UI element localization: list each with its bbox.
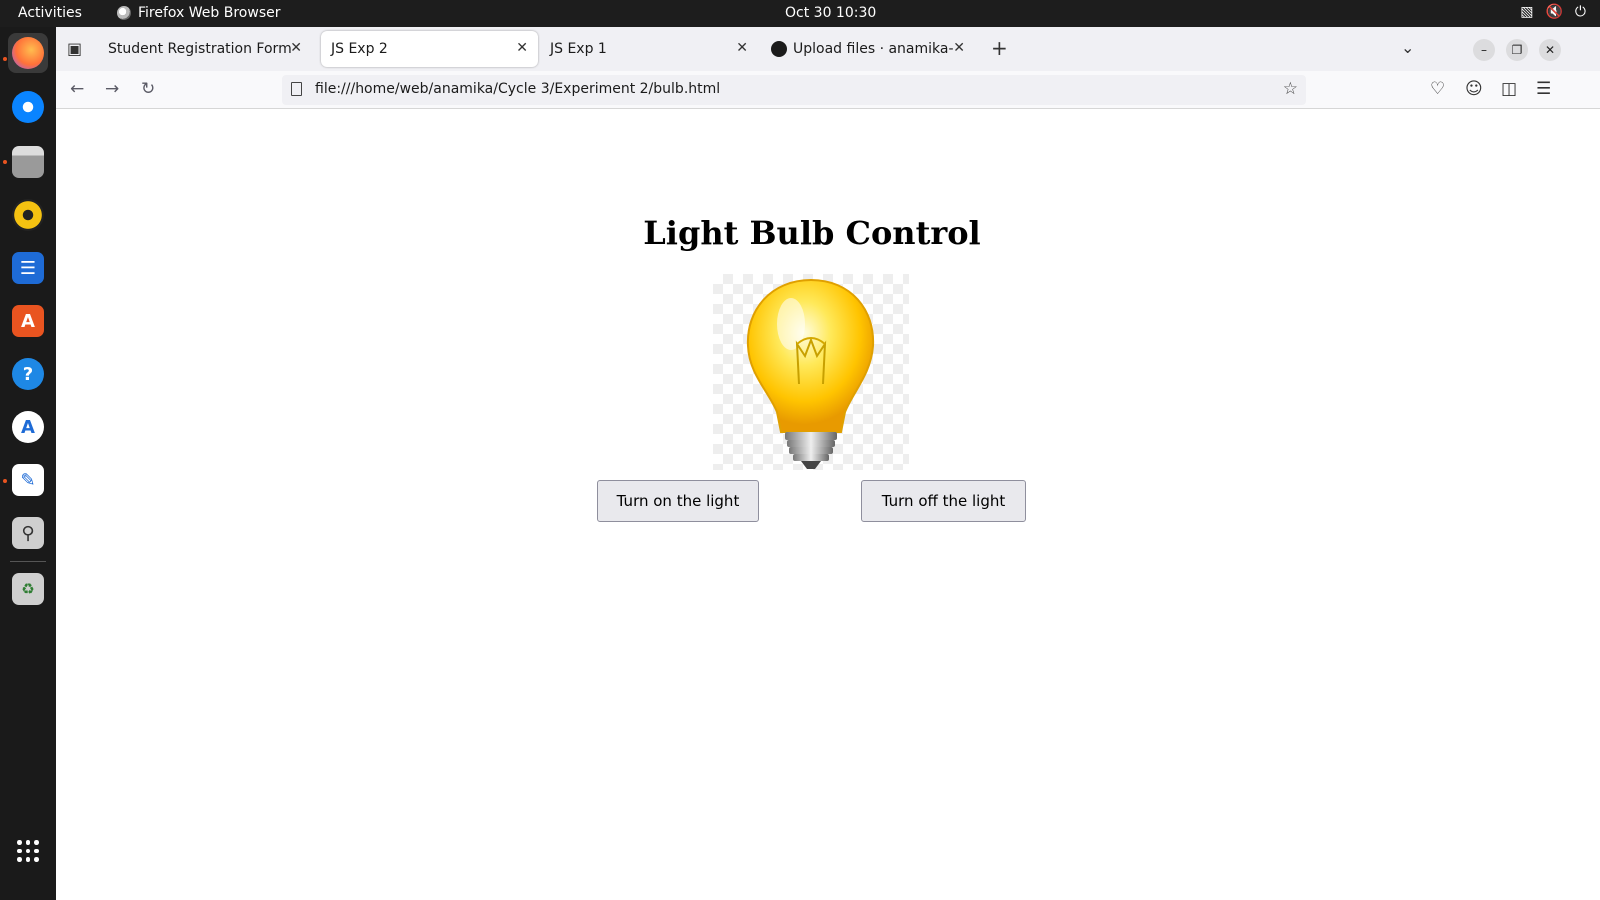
tab-label: Upload files · anamika-rit [793,41,963,57]
firefox-view-icon[interactable]: ▣ [67,39,82,58]
dock-files[interactable] [8,142,48,182]
clock[interactable]: Oct 30 10:30 [785,5,876,21]
tab-js-exp-2[interactable]: JS Exp 2 ✕ [321,31,538,67]
software-icon: A [12,411,44,443]
writer-icon: ☰ [12,252,44,284]
tab-label: JS Exp 1 [550,41,607,57]
bulb-image [713,274,909,470]
power-icon[interactable]: ⏻ [1575,4,1586,20]
page-content: Light Bulb Control Turn on the light Tur… [56,110,1600,900]
system-tray[interactable]: ▧ 🔇 ⏻ [1520,4,1586,20]
dock-text-editor[interactable]: ✎ [8,460,48,500]
close-window-icon[interactable]: ✕ [1539,39,1561,61]
dock-search[interactable]: ⚲ [8,513,48,553]
minimize-icon[interactable]: – [1473,39,1495,61]
dock-thunderbird[interactable] [8,87,48,127]
rhythmbox-icon [12,199,44,231]
dock-firefox[interactable] [8,33,48,73]
new-tab-icon[interactable]: + [991,36,1008,60]
running-indicator [3,479,7,483]
pocket-icon[interactable]: ♡ [1430,79,1445,99]
tab-student-registration[interactable]: Student Registration Form ✕ [98,31,312,67]
dock-trash[interactable]: ♻ [8,569,48,609]
account-icon[interactable]: ☺ [1465,79,1483,99]
firefox-window: ▣ Student Registration Form ✕ JS Exp 2 ✕… [56,27,1600,900]
reload-icon[interactable]: ↻ [141,79,155,99]
close-tab-icon[interactable]: ✕ [953,40,965,56]
turn-off-button[interactable]: Turn off the light [861,480,1026,522]
thunderbird-icon [12,91,44,123]
close-tab-icon[interactable]: ✕ [736,40,748,56]
network-icon[interactable]: ▧ [1520,4,1533,20]
firefox-icon [12,37,44,69]
restore-icon[interactable]: ❐ [1506,39,1528,61]
activities-button[interactable]: Activities [18,5,82,21]
search-icon: ⚲ [12,517,44,549]
github-icon [771,41,787,57]
system-top-bar: Activities Firefox Web Browser Oct 30 10… [0,0,1600,27]
url-text[interactable]: file:///home/web/anamika/Cycle 3/Experim… [315,81,720,97]
extensions-icon[interactable]: ◫ [1501,79,1517,99]
light-bulb-icon [746,278,875,469]
dock-separator [10,561,46,562]
running-indicator [3,57,7,61]
dock-help[interactable]: ? [8,354,48,394]
app-center-icon: A [12,305,44,337]
page-title: Light Bulb Control [643,214,981,252]
files-icon [12,146,44,178]
tab-bar: ▣ Student Registration Form ✕ JS Exp 2 ✕… [56,27,1600,71]
volume-muted-icon[interactable]: 🔇 [1545,4,1562,20]
app-menu[interactable]: Firefox Web Browser [117,5,281,21]
navigation-toolbar: ← → ↻ file:///home/web/anamika/Cycle 3/E… [56,71,1600,109]
close-tab-icon[interactable]: ✕ [290,40,302,56]
url-bar[interactable]: file:///home/web/anamika/Cycle 3/Experim… [282,75,1306,105]
bookmark-star-icon[interactable]: ☆ [1283,79,1298,99]
app-name: Firefox Web Browser [138,5,281,21]
text-editor-icon: ✎ [12,464,44,496]
tab-label: Student Registration Form [108,41,292,57]
list-tabs-icon[interactable]: ⌄ [1401,38,1414,57]
back-icon[interactable]: ← [70,79,84,99]
close-tab-icon[interactable]: ✕ [516,40,528,56]
turn-on-button[interactable]: Turn on the light [597,480,759,522]
help-icon: ? [12,358,44,390]
forward-icon[interactable]: → [105,79,119,99]
dock-software[interactable]: A [8,407,48,447]
tab-label: JS Exp 2 [331,41,388,57]
menu-icon[interactable]: ☰ [1536,79,1551,99]
running-indicator [3,160,7,164]
dock-show-apps[interactable] [8,831,48,871]
firefox-small-icon [117,6,131,20]
show-apps-icon [17,840,39,862]
dock-rhythmbox[interactable] [8,195,48,235]
trash-icon: ♻ [12,573,44,605]
file-icon [291,82,302,96]
dock-app-center[interactable]: A [8,301,48,341]
dock: ☰ A ? A ✎ ⚲ ♻ [0,27,56,900]
tab-upload-files[interactable]: Upload files · anamika-rit ✕ [761,31,975,67]
dock-writer[interactable]: ☰ [8,248,48,288]
tab-js-exp-1[interactable]: JS Exp 1 ✕ [540,31,758,67]
